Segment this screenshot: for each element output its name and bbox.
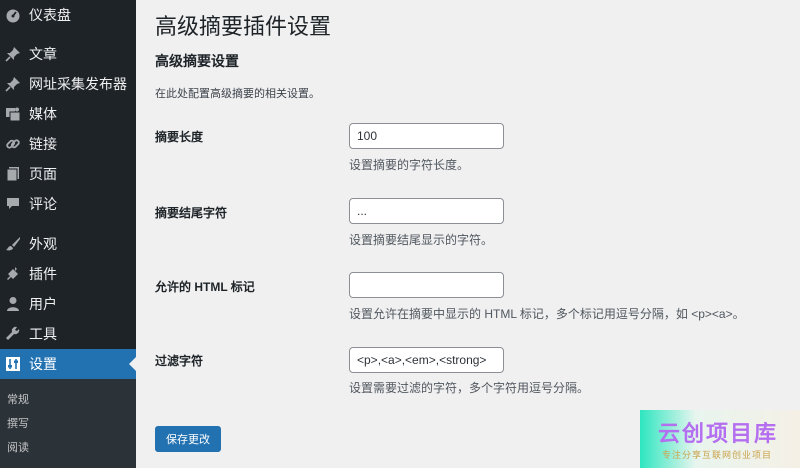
- sidebar-item-label: 媒体: [29, 106, 57, 122]
- excerpt-length-description: 设置摘要的字符长度。: [349, 158, 470, 172]
- admin-sidebar: 仪表盘 文章 网址采集发布器 媒体 链接 页面 评论 外观 插件 用户 工具 设…: [0, 0, 136, 468]
- pin-icon: [5, 46, 21, 62]
- brush-icon: [5, 236, 21, 252]
- sidebar-item-appearance[interactable]: 外观: [0, 229, 136, 259]
- sidebar-item-users[interactable]: 用户: [0, 289, 136, 319]
- sidebar-item-tools[interactable]: 工具: [0, 319, 136, 349]
- comment-icon: [5, 196, 21, 212]
- sidebar-item-label: 插件: [29, 266, 57, 282]
- media-icon: [5, 106, 21, 122]
- save-changes-button[interactable]: 保存更改: [155, 426, 221, 452]
- settings-icon: [5, 356, 21, 372]
- excerpt-length-label: 摘要长度: [155, 130, 204, 144]
- sidebar-item-label: 文章: [29, 46, 57, 62]
- link-icon: [5, 136, 21, 152]
- page-title: 高级摘要插件设置: [155, 14, 332, 39]
- wrench-icon: [5, 326, 21, 342]
- excerpt-ending-description: 设置摘要结尾显示的字符。: [349, 233, 494, 247]
- sidebar-item-links[interactable]: 链接: [0, 129, 136, 159]
- sidebar-item-label: 工具: [29, 326, 57, 342]
- page-icon: [5, 166, 21, 182]
- filter-chars-label: 过滤字符: [155, 354, 204, 368]
- sidebar-item-plugins[interactable]: 插件: [0, 259, 136, 289]
- section-title: 高级摘要设置: [155, 53, 239, 69]
- dashboard-icon: [5, 7, 21, 23]
- section-description: 在此处配置高级摘要的相关设置。: [155, 88, 320, 100]
- allowed-html-label: 允许的 HTML 标记: [155, 280, 255, 294]
- sidebar-item-label: 网址采集发布器: [29, 76, 127, 92]
- sidebar-item-label: 评论: [29, 196, 57, 212]
- sidebar-item-posts[interactable]: 文章: [0, 39, 136, 69]
- sidebar-item-media[interactable]: 媒体: [0, 99, 136, 129]
- filter-chars-input[interactable]: [349, 347, 504, 373]
- sidebar-item-dashboard[interactable]: 仪表盘: [0, 0, 136, 30]
- submenu-item-reading[interactable]: 阅读: [0, 434, 136, 460]
- sidebar-item-label: 设置: [29, 356, 57, 372]
- plugin-icon: [5, 266, 21, 282]
- sidebar-item-collector[interactable]: 网址采集发布器: [0, 69, 136, 99]
- submenu-item-writing[interactable]: 撰写: [0, 410, 136, 436]
- settings-page: 高级摘要插件设置 高级摘要设置 在此处配置高级摘要的相关设置。 摘要长度 设置摘…: [136, 0, 800, 468]
- sidebar-item-label: 用户: [29, 296, 57, 312]
- sidebar-item-label: 页面: [29, 166, 57, 182]
- watermark-subtitle: 专注分享互联网创业项目: [662, 450, 773, 460]
- sidebar-item-pages[interactable]: 页面: [0, 159, 136, 189]
- pin-icon: [5, 76, 21, 92]
- excerpt-ending-input[interactable]: [349, 198, 504, 224]
- watermark-title: 云创项目库: [658, 421, 779, 446]
- sidebar-item-label: 链接: [29, 136, 57, 152]
- allowed-html-description: 设置允许在摘要中显示的 HTML 标记，多个标记用逗号分隔，如 <p><a>。: [349, 307, 745, 321]
- submenu-item-general[interactable]: 常规: [0, 386, 136, 412]
- sidebar-item-settings[interactable]: 设置: [0, 349, 136, 379]
- sidebar-item-label: 外观: [29, 236, 57, 252]
- watermark-logo: 云创项目库 专注分享互联网创业项目: [640, 410, 800, 468]
- filter-chars-description: 设置需要过滤的字符，多个字符用逗号分隔。: [349, 381, 590, 395]
- excerpt-ending-label: 摘要结尾字符: [155, 206, 228, 220]
- sidebar-item-label: 仪表盘: [29, 7, 71, 23]
- excerpt-length-input[interactable]: [349, 123, 504, 149]
- sidebar-item-comments[interactable]: 评论: [0, 189, 136, 219]
- allowed-html-input[interactable]: [349, 272, 504, 298]
- user-icon: [5, 296, 21, 312]
